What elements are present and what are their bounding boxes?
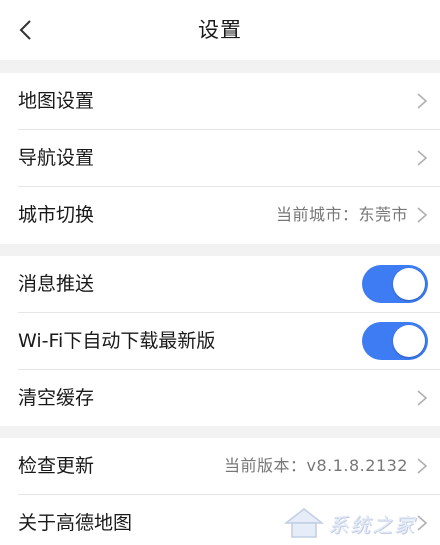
watermark-logo: 系统之家 (282, 505, 432, 541)
settings-group-general: 消息推送 Wi-Fi下自动下载最新版 清空缓存 (0, 256, 440, 426)
current-city-value: 当前城市：东莞市 (275, 205, 408, 224)
page-title: 设置 (198, 18, 242, 42)
navigation-settings-item[interactable]: 导航设置 (0, 130, 440, 187)
navigation-settings-label: 导航设置 (18, 147, 95, 169)
about-amap-label: 关于高德地图 (18, 512, 133, 534)
push-notification-item: 消息推送 (0, 256, 440, 313)
toggle-knob (393, 268, 425, 300)
check-update-item[interactable]: 检查更新 当前版本：v8.1.8.2132 (0, 438, 440, 495)
settings-group-map: 地图设置 导航设置 城市切换 当前城市：东莞市 (0, 73, 440, 244)
city-switch-item[interactable]: 城市切换 当前城市：东莞市 (0, 187, 440, 244)
wifi-auto-download-item: Wi-Fi下自动下载最新版 (0, 313, 440, 370)
check-update-label: 检查更新 (18, 455, 95, 477)
map-settings-item[interactable]: 地图设置 (0, 73, 440, 130)
current-version-value: 当前版本：v8.1.8.2132 (224, 456, 408, 475)
chevron-right-icon (416, 389, 428, 407)
wifi-auto-download-label: Wi-Fi下自动下载最新版 (18, 330, 216, 352)
chevron-right-icon (416, 92, 428, 110)
header-bar: 设置 (0, 0, 440, 60)
map-settings-label: 地图设置 (18, 90, 95, 112)
clear-cache-item[interactable]: 清空缓存 (0, 370, 440, 427)
push-notification-label: 消息推送 (18, 273, 95, 295)
clear-cache-label: 清空缓存 (18, 387, 95, 409)
toggle-knob (393, 325, 425, 357)
chevron-right-icon (416, 457, 428, 475)
city-switch-label: 城市切换 (18, 204, 95, 226)
push-notification-toggle[interactable] (362, 265, 428, 303)
chevron-right-icon (416, 206, 428, 224)
house-logo-icon (283, 508, 325, 538)
watermark-text: 系统之家 (328, 513, 416, 537)
chevron-right-icon (416, 149, 428, 167)
wifi-auto-download-toggle[interactable] (362, 322, 428, 360)
